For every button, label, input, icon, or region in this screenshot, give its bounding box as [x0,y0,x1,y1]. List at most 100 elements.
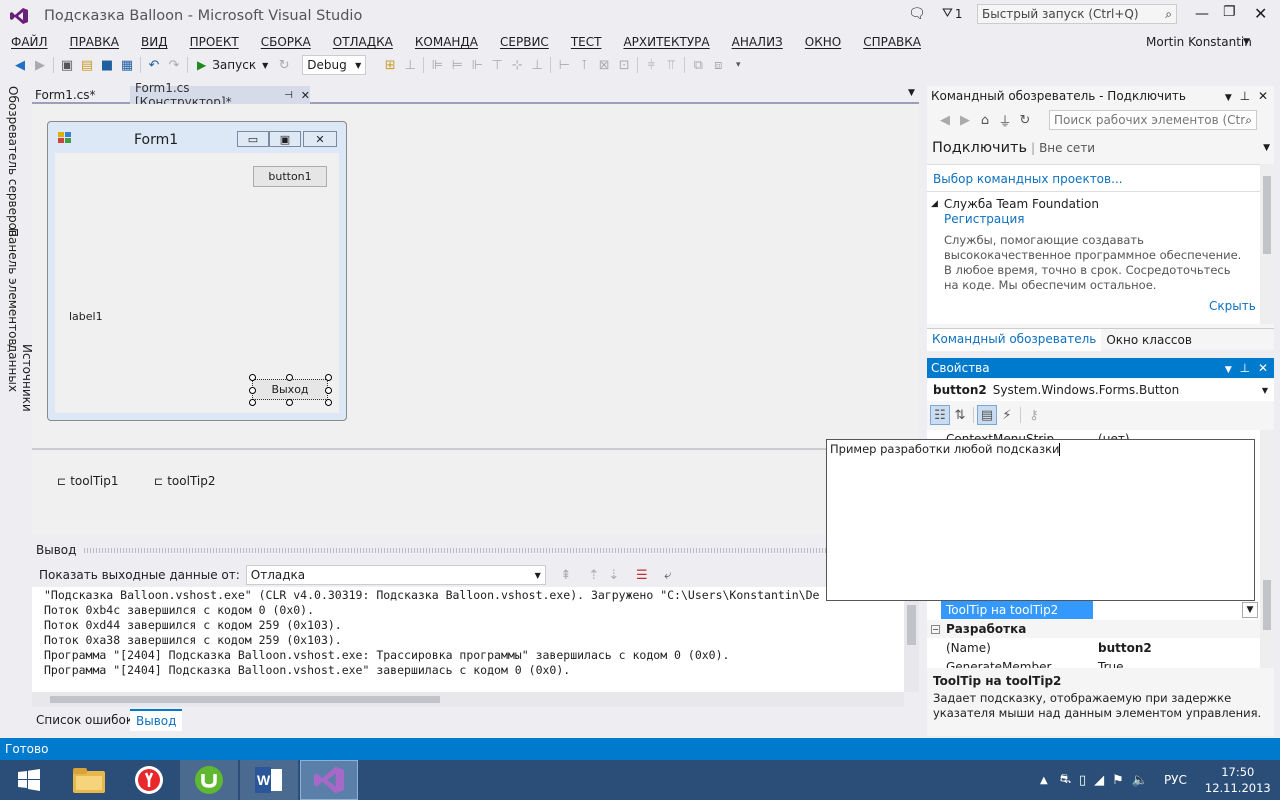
connect-icon[interactable]: ⏚ [995,110,1015,130]
visual-studio-taskbar-button[interactable] [300,760,358,800]
size-to-grid-icon[interactable]: ⊠ [594,55,614,75]
output-vertical-scrollbar[interactable] [904,587,919,692]
selection-handle[interactable] [249,399,256,406]
tab-overflow-icon[interactable]: ▼ [908,88,915,98]
toggle-word-wrap-icon[interactable]: ⤶ [658,565,678,585]
tooltip1-component[interactable]: ⊏ toolTip1 [57,474,119,488]
label1[interactable]: label1 [69,310,103,323]
menu-architecture[interactable]: АРХИТЕКТУРА [612,35,720,49]
align-centers-icon[interactable]: ⊨ [447,55,467,75]
make-same-height-icon[interactable]: ⊺ [574,55,594,75]
tooltip2-component[interactable]: ⊏ toolTip2 [154,474,216,488]
undo-icon[interactable]: ↶ [144,55,164,75]
save-all-icon[interactable]: ▦ [117,55,137,75]
show-hidden-icons[interactable]: ▲ [1040,775,1048,786]
property-grid-scrollbar[interactable] [1260,430,1274,668]
new-project-icon[interactable]: ▣ [57,55,77,75]
property-pages-icon[interactable]: ⚷ [1024,405,1044,425]
scroll-thumb[interactable] [50,696,440,703]
menu-file[interactable]: ФАЙЛ [0,35,59,49]
horizontal-spacing-icon[interactable]: ⫩ [641,55,661,75]
form1-window[interactable]: Form1 ▭ ▣ ✕ button1 label1 Выход [47,121,347,421]
property-row-generate-member[interactable]: GenerateMember True [927,658,1260,668]
menu-analyze[interactable]: АНАЛИЗ [721,35,794,49]
toolbar-overflow-icon[interactable]: ▾ [728,55,748,75]
work-items-search-input[interactable]: Поиск рабочих элементов (Ctr ⌕ [1049,110,1257,130]
clock[interactable]: 17:50 12.11.2013 [1205,764,1271,796]
notification-icon[interactable]: 🗨 [908,6,926,22]
property-row-name[interactable]: (Name) button2 [927,639,1260,657]
scroll-thumb[interactable] [907,605,916,645]
align-tops-icon[interactable]: ⊤ [487,55,507,75]
pin-icon[interactable]: ⊣ [284,90,293,101]
battery-icon[interactable]: ▯ [1079,773,1086,788]
redo-icon[interactable]: ↷ [164,55,184,75]
forward-icon[interactable]: ▶ [30,55,50,75]
word-taskbar-button[interactable]: W [240,760,298,800]
volume-icon[interactable]: 🔈 [1132,773,1148,788]
tooltip-dropdown-button[interactable]: ▼ [1242,602,1258,618]
back-icon[interactable]: ◀ [935,110,955,130]
close-icon[interactable]: ✕ [1258,89,1268,103]
scroll-thumb[interactable] [1263,176,1271,254]
toolbox-tab[interactable]: Панель элементов [6,228,20,346]
menu-debug[interactable]: ОТЛАДКА [322,35,404,49]
connect-title[interactable]: Подключить [932,140,1027,156]
close-button[interactable]: ✕ [1254,4,1267,23]
menu-team[interactable]: КОМАНДА [404,35,489,49]
vertical-spacing-icon[interactable]: ⫪ [661,55,681,75]
forward-icon[interactable]: ▶ [955,110,975,130]
doc-tab-form1-code[interactable]: Form1.cs* [35,88,96,102]
find-message-icon[interactable]: ⇞ [556,565,576,585]
send-to-back-icon[interactable]: ⧈ [708,55,728,75]
select-team-projects-link[interactable]: Выбор командных проектов... [933,172,1123,186]
form-close-button[interactable]: ✕ [303,131,337,147]
close-tab-icon[interactable]: ✕ [301,89,310,102]
scroll-thumb[interactable] [1263,580,1271,630]
window-position-icon[interactable]: ▼ [1225,93,1232,103]
property-row-tooltip[interactable]: ToolTip на toolTip2 ▼ [927,601,1260,619]
selection-handle[interactable] [249,374,256,381]
form-maximize-button[interactable]: ▣ [269,131,301,147]
quick-launch-input[interactable]: Быстрый запуск (Ctrl+Q) ⌕ [977,4,1177,24]
selection-handle[interactable] [286,374,293,381]
doc-tab-form1-designer[interactable]: Form1.cs [Конструктор]* ⊣ ✕ [130,81,310,109]
align-bottoms-icon[interactable]: ⊥ [527,55,547,75]
previous-message-icon[interactable]: ⇡ [584,565,604,585]
menu-window[interactable]: ОКНО [794,35,852,49]
team-explorer-scrollbar[interactable] [1260,164,1274,324]
menu-test[interactable]: ТЕСТ [560,35,613,49]
menu-edit[interactable]: ПРАВКА [59,35,130,49]
input-language[interactable]: РУС [1164,773,1187,787]
home-icon[interactable]: ⌂ [975,110,995,130]
refresh-icon[interactable]: ↻ [1015,110,1035,130]
chevron-down-icon[interactable]: ▼ [1263,143,1270,153]
menu-tools[interactable]: СЕРВИС [489,35,560,49]
selection-handle[interactable] [325,399,332,406]
start-debug-button[interactable]: ▶ Запуск ▼ [197,58,268,72]
object-selector[interactable]: button2 System.Windows.Forms.Button ▼ [927,379,1274,401]
properties-icon[interactable]: ▤ [977,405,997,425]
tfs-service-header[interactable]: ◢ Служба Team Foundation [931,197,1099,211]
server-explorer-tab[interactable]: Обозреватель серверов [6,86,20,237]
output-source-select[interactable]: Отладка ▼ [245,565,546,585]
selection-handle[interactable] [249,387,256,394]
refresh-icon[interactable]: ↻ [274,55,294,75]
align-rights-icon[interactable]: ⊩ [467,55,487,75]
configuration-select[interactable]: Debug ▼ [302,55,367,75]
collapse-category-icon[interactable]: − [931,624,940,634]
pin-icon[interactable]: ⊥ [1240,89,1250,103]
action-center-flag-icon[interactable]: ⚑ [1112,773,1124,788]
find-icon[interactable]: ⊞ [380,55,400,75]
layout-grid-icon[interactable]: ⊥ [400,55,420,75]
output-horizontal-scrollbar[interactable] [32,692,904,707]
menu-build[interactable]: СБОРКА [250,35,322,49]
start-button[interactable] [0,760,58,800]
open-file-icon[interactable]: ▤ [77,55,97,75]
category-design[interactable]: − Разработка [927,620,1260,638]
save-icon[interactable]: ■ [97,55,117,75]
user-dropdown-icon[interactable]: ▼ [1232,37,1261,47]
network-icon[interactable]: ⛐ [1060,772,1071,789]
back-icon[interactable]: ◀ [10,55,30,75]
make-same-width-icon[interactable]: ⊢ [554,55,574,75]
